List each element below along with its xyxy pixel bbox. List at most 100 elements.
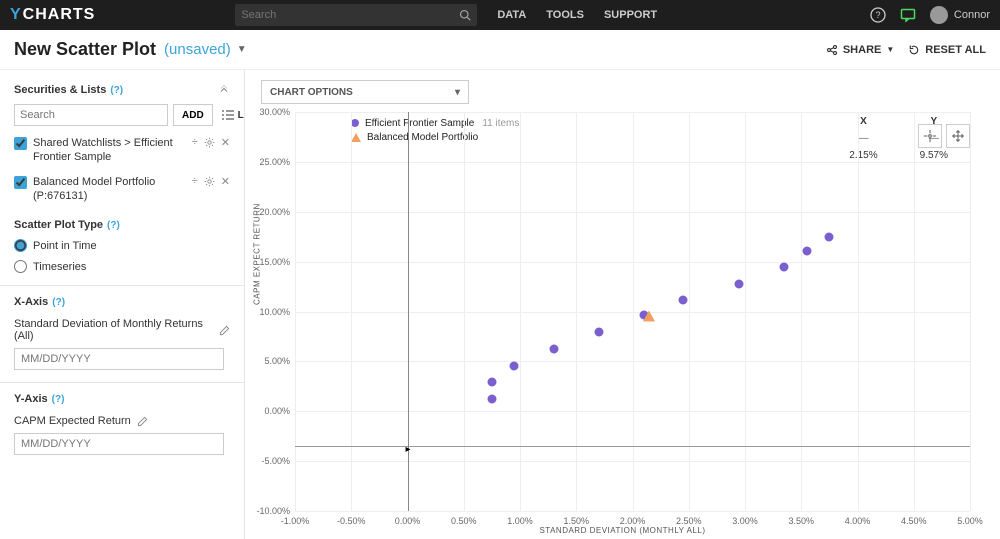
data-point[interactable]: [780, 262, 789, 271]
x-tick: 2.00%: [620, 516, 646, 526]
global-search[interactable]: [235, 4, 477, 26]
divide-icon[interactable]: ÷: [192, 175, 198, 188]
data-point[interactable]: [825, 232, 834, 241]
title-actions: SHARE ▼ RESET ALL: [826, 44, 986, 56]
tooltip-y-header: Y: [900, 114, 968, 129]
chevron-down-icon: ▼: [886, 45, 894, 54]
topbar: YCHARTS DATA TOOLS SUPPORT ? Connor: [0, 0, 1000, 30]
x-tick: 2.50%: [676, 516, 702, 526]
gridline-h: [295, 212, 970, 213]
share-label: SHARE: [843, 44, 882, 56]
logo[interactable]: YCHARTS: [10, 6, 95, 24]
chart-options-dropdown[interactable]: CHART OPTIONS ▾: [261, 80, 469, 104]
xaxis-header: X-Axis (?): [14, 296, 230, 308]
hover-readout: XY —— 2.15%9.57%: [827, 112, 970, 165]
gear-icon[interactable]: [204, 136, 215, 149]
title-menu-caret[interactable]: ▼: [237, 44, 247, 55]
list-button[interactable]: LIST: [218, 104, 245, 126]
y-axis-title: CAPM EXPECT RETURN: [253, 203, 262, 305]
securities-header: Securities & Lists (?): [14, 84, 230, 96]
gear-icon[interactable]: [204, 175, 215, 188]
help-link[interactable]: (?): [110, 85, 123, 96]
nav-data[interactable]: DATA: [497, 9, 526, 21]
security-item: Balanced Model Portfolio (P:676131) ÷ ✕: [14, 175, 230, 204]
radio-point-input[interactable]: [14, 239, 27, 252]
tooltip-x-header: X: [829, 114, 897, 129]
help-link[interactable]: (?): [107, 220, 120, 231]
add-button[interactable]: ADD: [173, 104, 213, 126]
x-tick: 3.00%: [732, 516, 758, 526]
legend-series1: Efficient Frontier Sample: [365, 118, 474, 129]
x-tick: 1.50%: [563, 516, 589, 526]
data-point[interactable]: [594, 328, 603, 337]
help-link[interactable]: (?): [52, 297, 65, 308]
chat-icon[interactable]: [900, 7, 916, 23]
tooltip-r1x: —: [829, 131, 897, 146]
legend: Efficient Frontier Sample 11 items Balan…: [345, 112, 525, 148]
logo-rest: CHARTS: [23, 6, 96, 24]
radio-timeseries[interactable]: Timeseries: [14, 260, 230, 273]
logo-y: Y: [10, 6, 22, 24]
security-label[interactable]: Balanced Model Portfolio (P:676131): [33, 175, 186, 204]
plot-area[interactable]: Efficient Frontier Sample 11 items Balan…: [295, 112, 970, 511]
security-item: Shared Watchlists > Efficient Frontier S…: [14, 136, 230, 165]
list-label: LIST: [238, 110, 245, 121]
y-tick: 0.00%: [264, 406, 290, 416]
y-tick: 20.00%: [259, 207, 290, 217]
edit-icon[interactable]: [137, 416, 148, 427]
data-point[interactable]: [735, 279, 744, 288]
radio-series-label: Timeseries: [33, 261, 86, 273]
collapse-icon[interactable]: [218, 84, 230, 96]
xaxis-metric-row: Standard Deviation of Monthly Returns (A…: [14, 318, 230, 342]
close-icon[interactable]: ✕: [221, 175, 230, 188]
user-menu[interactable]: Connor: [930, 6, 990, 24]
reset-icon: [908, 44, 920, 56]
y-tick: 5.00%: [264, 356, 290, 366]
unsaved-badge: (unsaved): [164, 41, 231, 58]
user-name: Connor: [954, 9, 990, 21]
yaxis-title: Y-Axis: [14, 393, 48, 405]
data-point[interactable]: [549, 345, 558, 354]
tooltip-r2y: 9.57%: [900, 148, 968, 163]
data-point[interactable]: [487, 395, 496, 404]
gridline-v: [970, 112, 971, 511]
data-point[interactable]: [510, 362, 519, 371]
chevron-down-icon: ▾: [455, 87, 460, 98]
xaxis-date-input[interactable]: [14, 348, 224, 370]
svg-text:?: ?: [875, 10, 880, 20]
x-axis-title: STANDARD DEVIATION (MONTHLY ALL): [539, 526, 705, 535]
help-link[interactable]: (?): [52, 394, 65, 405]
security-checkbox[interactable]: [14, 137, 27, 150]
legend-marker-triangle: [351, 133, 361, 142]
divide-icon[interactable]: ÷: [192, 136, 198, 149]
yaxis-date-input[interactable]: [14, 433, 224, 455]
share-button[interactable]: SHARE ▼: [826, 44, 894, 56]
x-tick: -1.00%: [281, 516, 310, 526]
data-point[interactable]: [643, 310, 655, 321]
x-tick: 1.00%: [507, 516, 533, 526]
yaxis-metric: CAPM Expected Return: [14, 415, 131, 427]
cursor-icon: ▸: [406, 444, 411, 455]
chart-options-label: CHART OPTIONS: [270, 87, 353, 98]
x-tick: 0.00%: [395, 516, 421, 526]
data-point[interactable]: [802, 246, 811, 255]
security-label[interactable]: Shared Watchlists > Efficient Frontier S…: [33, 136, 186, 165]
radio-point-in-time[interactable]: Point in Time: [14, 239, 230, 252]
tooltip-r2x: 2.15%: [829, 148, 897, 163]
gridline-h: [295, 262, 970, 263]
help-icon[interactable]: ?: [870, 7, 886, 23]
close-icon[interactable]: ✕: [221, 136, 230, 149]
x-tick: -0.50%: [337, 516, 366, 526]
data-point[interactable]: [679, 295, 688, 304]
radio-series-input[interactable]: [14, 260, 27, 273]
search-icon: [459, 9, 471, 21]
nav-tools[interactable]: TOOLS: [546, 9, 584, 21]
nav-support[interactable]: SUPPORT: [604, 9, 657, 21]
global-search-input[interactable]: [241, 9, 459, 21]
securities-search-input[interactable]: [14, 104, 168, 126]
reset-all-button[interactable]: RESET ALL: [908, 44, 986, 56]
legend-series2: Balanced Model Portfolio: [367, 132, 478, 143]
data-point[interactable]: [487, 378, 496, 387]
security-checkbox[interactable]: [14, 176, 27, 189]
edit-icon[interactable]: [219, 325, 230, 336]
